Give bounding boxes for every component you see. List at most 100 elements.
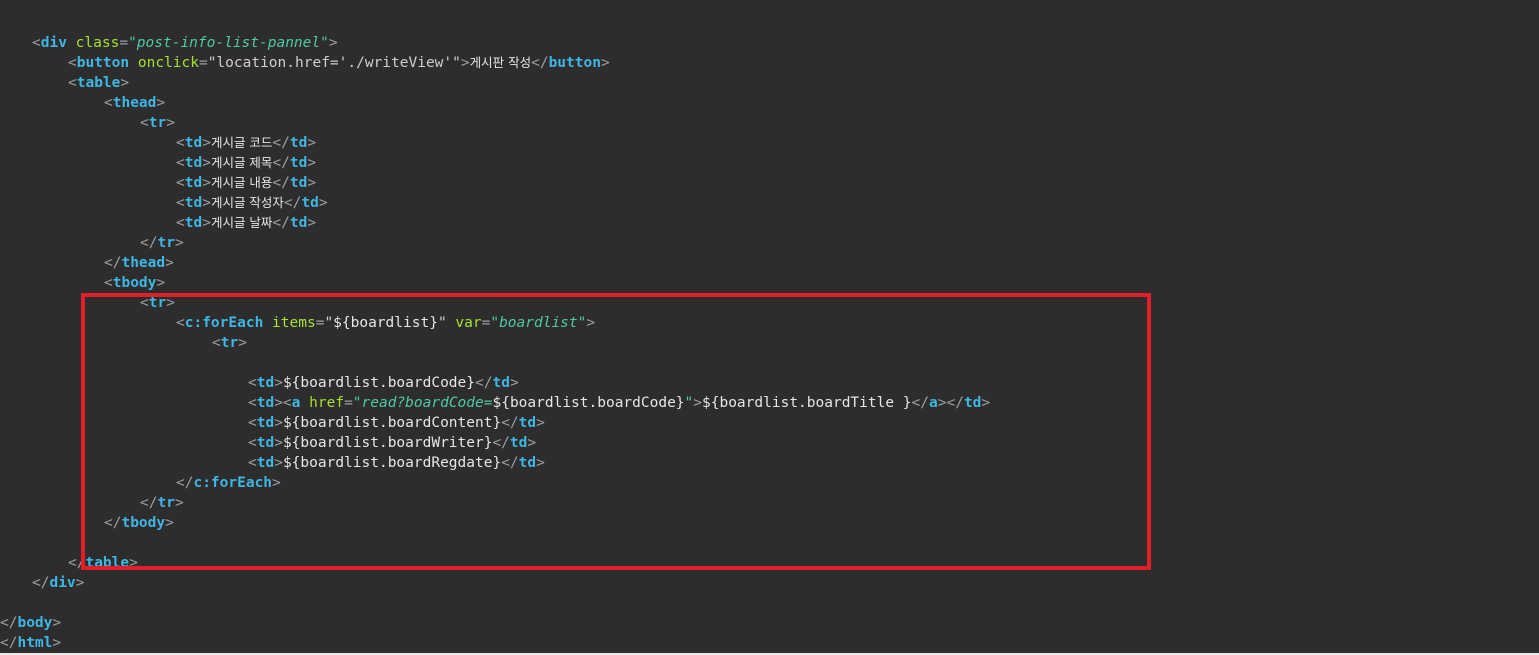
- code-token: ${boardlist.boardCode}: [492, 395, 685, 411]
- code-line[interactable]: <c:forEach items="${boardlist}" var="boa…: [0, 313, 990, 333]
- code-token: items: [272, 315, 316, 331]
- code-token: >: [328, 35, 338, 51]
- code-line[interactable]: <td>게시글 날짜</td>: [0, 213, 990, 233]
- code-token: </: [501, 415, 519, 431]
- code-line[interactable]: </body>: [0, 613, 990, 633]
- code-token: >: [693, 395, 703, 411]
- code-token: td: [184, 155, 203, 171]
- code-line[interactable]: </table>: [0, 553, 990, 573]
- code-line[interactable]: <tbody>: [0, 273, 990, 293]
- code-token: </: [492, 435, 510, 451]
- code-token: >: [272, 475, 281, 491]
- code-token: ${boardlist.boardWriter}: [282, 435, 493, 451]
- code-line[interactable]: [0, 533, 990, 553]
- code-line[interactable]: <tr>: [0, 333, 990, 353]
- code-token: tr: [157, 235, 175, 251]
- code-line[interactable]: <thead>: [0, 93, 990, 113]
- code-token: td: [289, 215, 308, 231]
- code-token: html: [17, 635, 53, 651]
- code-token: ><: [274, 395, 292, 411]
- code-token: <: [140, 295, 149, 311]
- code-token: td: [518, 455, 537, 471]
- code-line[interactable]: <td>게시글 제목</td>: [0, 153, 990, 173]
- code-token: <: [248, 435, 257, 451]
- code-token: body: [17, 615, 53, 631]
- code-editor[interactable]: <div class="post-info-list-pannel"> <butt…: [0, 33, 990, 653]
- code-token: >: [981, 395, 991, 411]
- code-token: >: [156, 95, 166, 111]
- code-token: tbody: [112, 275, 157, 291]
- code-token: 게시글 날짜: [210, 215, 273, 230]
- code-token: >: [52, 615, 62, 631]
- code-token: >: [202, 155, 211, 171]
- code-line[interactable]: </c:forEach>: [0, 473, 990, 493]
- code-token: </: [911, 395, 929, 411]
- code-line[interactable]: </tr>: [0, 493, 990, 513]
- code-token: table: [85, 555, 130, 571]
- code-line[interactable]: </html>: [0, 633, 990, 653]
- code-token: td: [184, 135, 203, 151]
- code-token: </: [531, 55, 549, 71]
- code-token: </: [104, 515, 122, 531]
- code-line[interactable]: </div>: [0, 573, 990, 593]
- code-line[interactable]: <div class="post-info-list-pannel">: [0, 33, 990, 53]
- code-token: <: [140, 115, 149, 131]
- code-line[interactable]: </thead>: [0, 253, 990, 273]
- code-token: >: [156, 275, 166, 291]
- code-token: </: [68, 555, 86, 571]
- code-token: td: [301, 195, 319, 211]
- code-line[interactable]: </tr>: [0, 233, 990, 253]
- code-token: >: [318, 195, 328, 211]
- code-token: >: [165, 515, 174, 531]
- code-line[interactable]: [0, 593, 990, 613]
- code-line[interactable]: <td>${boardlist.boardWriter}</td>: [0, 433, 990, 453]
- code-line[interactable]: <tr>: [0, 293, 990, 313]
- code-line[interactable]: <td>${boardlist.boardRegdate}</td>: [0, 453, 990, 473]
- code-line[interactable]: <tr>: [0, 113, 990, 133]
- code-token: =: [344, 395, 353, 411]
- code-token: >: [460, 55, 470, 71]
- code-token: </: [501, 455, 519, 471]
- code-line[interactable]: <td><a href="read?boardCode=${boardlist.…: [0, 393, 990, 413]
- code-token: td: [256, 375, 275, 391]
- code-token: </: [0, 635, 18, 651]
- code-token: href: [309, 395, 345, 411]
- code-token: <: [176, 195, 185, 211]
- code-token: <: [176, 315, 185, 331]
- code-token: </: [272, 175, 290, 191]
- code-token: ${boardlist.boardContent}: [282, 415, 502, 431]
- code-token: >: [75, 575, 85, 591]
- code-line[interactable]: [0, 353, 990, 373]
- code-line[interactable]: <td>게시글 코드</td>: [0, 133, 990, 153]
- code-token: td: [963, 395, 982, 411]
- code-token: td: [289, 155, 308, 171]
- code-token: >: [202, 195, 211, 211]
- code-token: <: [176, 175, 185, 191]
- code-token: ${boardlist}: [333, 315, 438, 331]
- code-token: "post-info-list-pannel": [128, 35, 329, 51]
- code-line[interactable]: <td>${boardlist.boardContent}</td>: [0, 413, 990, 433]
- code-line[interactable]: <td>게시글 내용</td>: [0, 173, 990, 193]
- code-token: onclick: [137, 55, 199, 71]
- code-token: >: [600, 55, 610, 71]
- code-token: table: [76, 75, 121, 91]
- code-line[interactable]: </tbody>: [0, 513, 990, 533]
- code-token: tbody: [121, 515, 166, 531]
- code-line[interactable]: <td>게시글 작성자</td>: [0, 193, 990, 213]
- code-token: ></: [937, 395, 964, 411]
- code-token: >: [202, 135, 211, 151]
- code-token: "boardlist": [490, 315, 587, 331]
- code-token: td: [184, 175, 203, 191]
- code-line[interactable]: <button onclick="location.href='./writeV…: [0, 53, 990, 73]
- code-line[interactable]: <table>: [0, 73, 990, 93]
- code-token: thead: [112, 95, 157, 111]
- code-token: </: [272, 155, 290, 171]
- code-token: class: [75, 35, 120, 51]
- code-token: </: [140, 235, 158, 251]
- code-token: >: [509, 375, 519, 391]
- code-line[interactable]: <td>${boardlist.boardCode}</td>: [0, 373, 990, 393]
- code-token: <: [104, 275, 113, 291]
- code-token: >: [274, 435, 283, 451]
